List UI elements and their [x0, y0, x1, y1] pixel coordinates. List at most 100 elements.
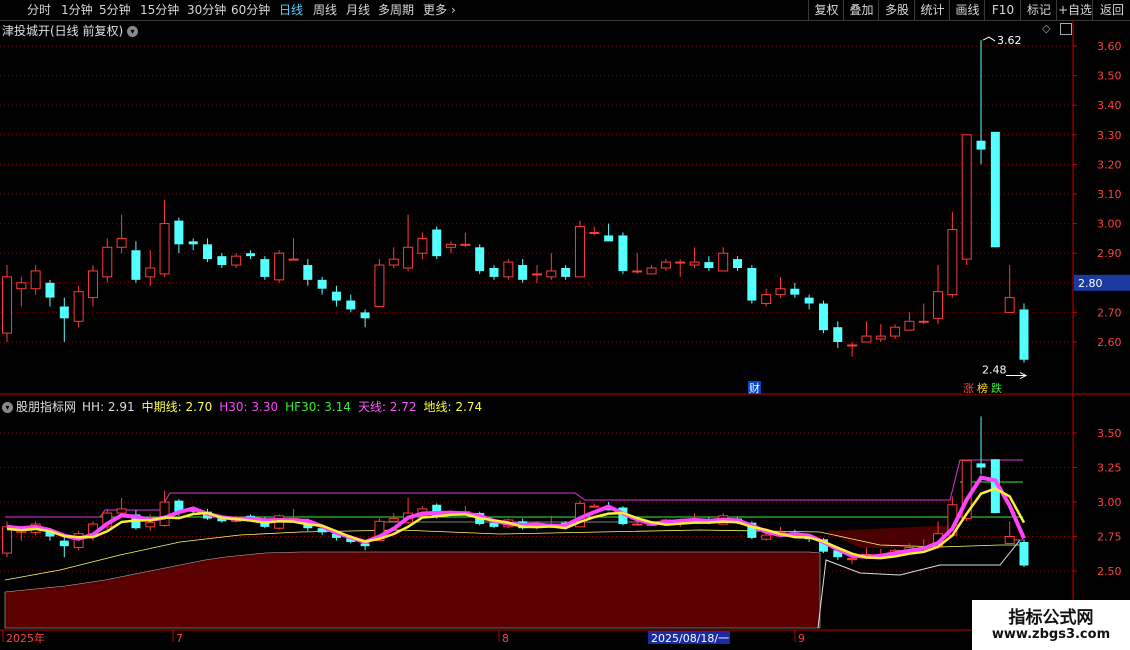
indicator-value-2: H30: 3.30 [219, 400, 278, 414]
candle-body [45, 282, 55, 298]
diamond-icon[interactable]: ◇ [1042, 22, 1050, 35]
period-tab-9[interactable]: 多周期 [378, 0, 414, 20]
candle-body [904, 320, 915, 331]
candle-body [288, 258, 299, 261]
toolbar-button-0[interactable]: 复权 [808, 0, 844, 20]
period-tab-8[interactable]: 月线 [346, 0, 370, 20]
price-tick-label: 3.30 [1097, 129, 1122, 142]
indicator-value-1: 中期线: 2.70 [142, 400, 213, 414]
candle-body [675, 261, 686, 264]
candle-body [489, 268, 499, 277]
indicator-area [4, 551, 821, 629]
candle-body [16, 282, 27, 290]
ind-candle-body [589, 505, 600, 508]
candle-body [632, 270, 643, 273]
marker-zhang[interactable]: 涨 [963, 382, 974, 395]
toolbar-button-8[interactable]: 返回 [1092, 0, 1130, 20]
candle-body [990, 131, 1000, 248]
candle-body [861, 335, 872, 343]
chevron-right-icon[interactable]: › [451, 0, 456, 20]
candle-body [961, 134, 972, 260]
toolbar-button-5[interactable]: F10 [984, 0, 1021, 20]
marker-cai[interactable]: 财 [749, 381, 760, 395]
high-arrow [982, 36, 996, 42]
indicator-label: 地线: [423, 400, 452, 414]
marker-bang[interactable]: 榜 [977, 381, 988, 395]
toolbar-button-3[interactable]: 统计 [914, 0, 950, 20]
candle-body [59, 306, 69, 319]
toolbar-button-6[interactable]: 标记 [1020, 0, 1057, 20]
candle-body [131, 250, 141, 280]
high-label: 3.62 [997, 34, 1022, 47]
chevron-down-icon[interactable]: ▾ [127, 26, 139, 37]
candle-body [804, 297, 814, 304]
candle-body [1019, 309, 1029, 360]
candle-body [574, 226, 585, 278]
marker-die[interactable]: 跌 [991, 381, 1002, 395]
period-tab-4[interactable]: 30分钟 [187, 0, 226, 20]
candle-body [976, 140, 986, 150]
candle-body [231, 255, 242, 266]
candle-body [589, 231, 600, 234]
candle-body [87, 270, 98, 299]
candle-body [833, 327, 843, 342]
candle-body [30, 270, 41, 290]
indicator-tick-label: 3.25 [1097, 462, 1122, 475]
candle-body [102, 246, 113, 278]
ind-candle-body [1019, 542, 1029, 566]
candle-body [518, 265, 528, 280]
indicator-number: 2.70 [181, 400, 213, 414]
candle-body [733, 259, 743, 268]
candle-body [116, 237, 127, 248]
toolbar-button-1[interactable]: 叠加 [843, 0, 879, 20]
candle-body [260, 259, 270, 277]
toolbar-button-4[interactable]: 画线 [949, 0, 985, 20]
candle-body [217, 256, 227, 266]
candle-body [388, 258, 399, 266]
watermark-logo: 指标公式网 www.zbgs3.com [972, 600, 1130, 650]
period-tab-7[interactable]: 周线 [313, 0, 337, 20]
candle-body [847, 344, 858, 347]
toolbar-button-2[interactable]: 多股 [878, 0, 915, 20]
price-tick-label: 3.60 [1097, 40, 1122, 53]
indicator-tick-label: 2.50 [1097, 565, 1122, 578]
price-tick-label: 3.50 [1097, 70, 1122, 83]
indicator-number: 3.14 [320, 400, 351, 414]
candle-body [317, 279, 327, 289]
period-tab-1[interactable]: 1分钟 [61, 0, 93, 20]
candle-body [660, 261, 671, 269]
candle-body [503, 261, 514, 278]
candle-body [747, 268, 757, 301]
chevron-down-icon[interactable]: ▾ [2, 402, 13, 413]
ind-candle-body [59, 540, 69, 547]
window-icon[interactable] [1060, 23, 1072, 35]
candle-body [159, 223, 170, 275]
stock-title-text: 津投城开(日线 前复权) [2, 24, 124, 38]
period-tab-2[interactable]: 5分钟 [99, 0, 131, 20]
indicator-label: 天线: [357, 400, 386, 414]
toolbar-button-7[interactable]: +自选 [1056, 0, 1093, 20]
indicator-tick-label: 2.75 [1097, 531, 1122, 544]
kline-chart[interactable]: 3.60 3.50 3.40 3.30 3.20 3.10 3.00 2.90 2.80 2.70… [0, 20, 1130, 650]
candle-body [274, 252, 285, 281]
candle-body [918, 320, 929, 323]
period-tab-3[interactable]: 15分钟 [140, 0, 179, 20]
low-label: 2.48 [982, 364, 1007, 377]
candle-body [790, 288, 800, 295]
indicator-number: 3.30 [247, 400, 279, 414]
period-tab-6[interactable]: 日线 [279, 0, 303, 20]
candle-body [188, 241, 198, 245]
period-tab-5[interactable]: 60分钟 [231, 0, 270, 20]
indicator-tick-label: 3.50 [1097, 427, 1122, 440]
ind-candle-body [632, 523, 643, 526]
ind-candle-body [116, 508, 127, 514]
candle-body [1004, 297, 1015, 313]
period-tab-10[interactable]: 更多 [423, 0, 447, 20]
price-tick-label: 3.40 [1097, 99, 1122, 112]
price-tick-label: 3.00 [1097, 218, 1122, 231]
period-toolbar: 分时 1分钟 5分钟 15分钟 30分钟 60分钟 日线 周线 月线 多周期 更多 › 复权 叠加 多股 统计… [0, 0, 1130, 21]
candle-body [360, 312, 370, 319]
period-tab-0[interactable]: 分时 [27, 0, 51, 20]
candle-body [546, 270, 557, 278]
indicator-label: HH: [82, 400, 105, 414]
